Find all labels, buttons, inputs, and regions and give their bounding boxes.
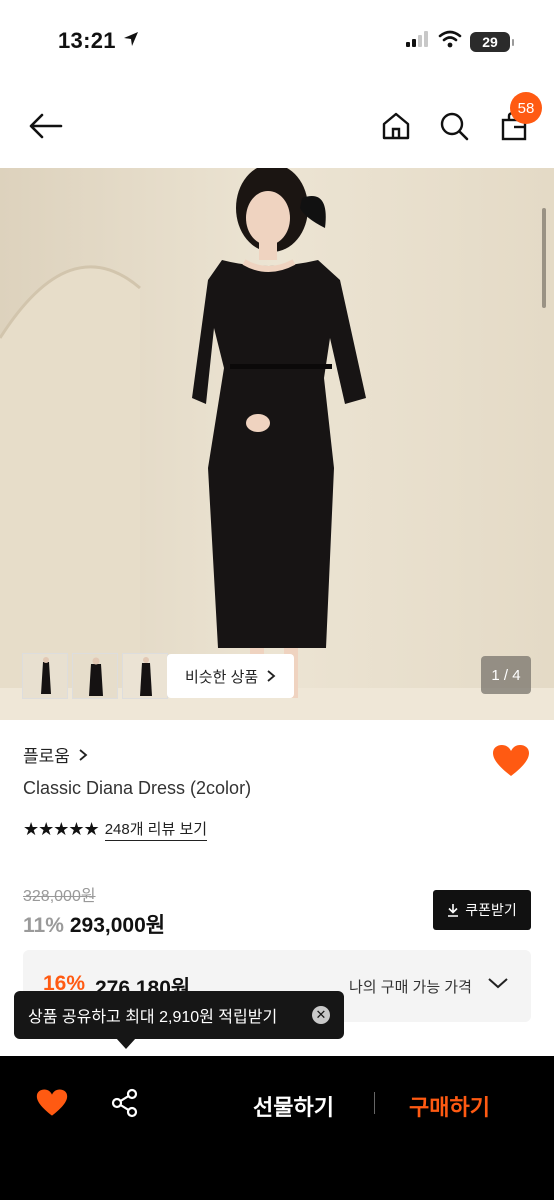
image-counter: 1 / 4 — [481, 656, 531, 694]
price-row: 11% 293,000원 — [23, 909, 165, 939]
wifi-icon — [438, 30, 462, 53]
thumbnail-strip — [22, 653, 168, 699]
bottom-wishlist-button[interactable] — [36, 1088, 72, 1122]
gift-button[interactable]: 선물하기 — [253, 1090, 334, 1122]
top-navigation — [0, 84, 554, 168]
status-indicators: 29 — [406, 30, 514, 53]
chevron-right-icon — [79, 748, 88, 761]
similar-products-label: 비슷한 상품 — [185, 668, 259, 686]
brand-link[interactable]: 플로움 — [23, 742, 88, 767]
status-bar: 13:21 29 — [0, 0, 554, 84]
download-icon — [448, 904, 459, 917]
brand-name: 플로움 — [23, 747, 70, 766]
product-title: Classic Diana Dress (2color) — [23, 778, 252, 798]
thumbnail-1[interactable] — [22, 653, 68, 699]
bottom-action-bar: 선물하기 구매하기 — [0, 1056, 554, 1200]
heart-icon — [493, 745, 529, 776]
gallery-scroll-indicator — [542, 208, 546, 308]
chevron-right-icon — [267, 670, 276, 682]
location-arrow-icon — [122, 30, 140, 53]
coupon-label: 쿠폰받기 — [465, 902, 517, 918]
home-button[interactable] — [376, 106, 416, 146]
review-link[interactable]: 248개 리뷰 보기 — [104, 818, 208, 841]
back-button[interactable] — [26, 106, 66, 146]
thumbnail-2[interactable] — [72, 653, 118, 699]
home-icon — [382, 112, 410, 140]
my-price-label: 나의 구매 가능 가격 — [349, 979, 472, 996]
thumbnail-3[interactable] — [122, 653, 168, 699]
share-reward-tooltip: 상품 공유하고 최대 2,910원 적립받기 ✕ — [14, 991, 344, 1049]
search-icon — [440, 112, 469, 141]
product-image-gallery[interactable]: 비슷한 상품 1 / 4 — [0, 168, 554, 720]
rating-stars: ★★★★★ — [23, 819, 100, 839]
cellular-signal-icon — [406, 31, 430, 52]
close-icon[interactable]: ✕ — [312, 1006, 330, 1024]
discount-rate: 11% — [23, 914, 64, 937]
share-icon — [111, 1088, 138, 1118]
status-time: 13:21 — [58, 28, 116, 53]
wishlist-heart-button[interactable] — [492, 744, 530, 780]
coupon-download-button[interactable]: 쿠폰받기 — [433, 890, 531, 930]
divider — [374, 1092, 375, 1114]
search-button[interactable] — [434, 106, 474, 146]
product-photo — [0, 168, 554, 720]
rating-row: ★★★★★ 248개 리뷰 보기 — [23, 818, 208, 841]
heart-icon — [36, 1089, 68, 1116]
sale-price: 293,000원 — [69, 914, 166, 937]
cart-count-badge: 58 — [510, 92, 542, 124]
similar-products-button[interactable]: 비슷한 상품 — [167, 654, 295, 698]
battery-indicator: 29 — [470, 31, 514, 52]
chevron-down-icon — [488, 978, 508, 989]
original-price: 328,000원 — [23, 888, 96, 905]
buy-button[interactable]: 구매하기 — [409, 1090, 490, 1122]
share-button[interactable] — [110, 1088, 142, 1120]
back-arrow-icon — [29, 113, 63, 139]
tooltip-text: 상품 공유하고 최대 2,910원 적립받기 — [28, 1009, 278, 1026]
